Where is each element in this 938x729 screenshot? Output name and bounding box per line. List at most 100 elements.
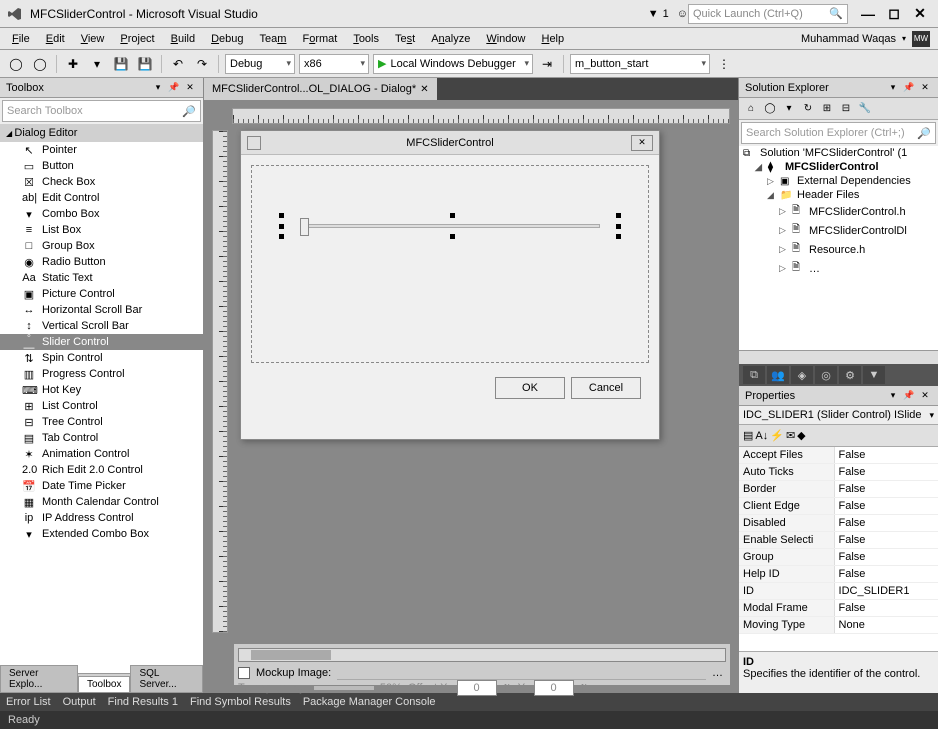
tab-error-list[interactable]: Error List [6, 696, 51, 708]
menu-file[interactable]: File [4, 31, 38, 47]
dialog-window[interactable]: MFCSliderControl ✕ [240, 130, 660, 440]
dialog-designer[interactable]: MFCSliderControl ✕ [204, 100, 738, 693]
menu-debug[interactable]: Debug [203, 31, 251, 47]
toolbox-item[interactable]: ⊞List Control [0, 398, 203, 414]
property-value[interactable]: None [835, 617, 938, 633]
tree-project[interactable]: ◢⧫MFCSliderControl [739, 160, 938, 174]
toolbox-item[interactable]: ab|Edit Control [0, 190, 203, 206]
open-button[interactable]: ▾ [87, 54, 107, 74]
class-view-button[interactable]: ◈ [791, 366, 813, 384]
toolbox-item[interactable]: ▾Extended Combo Box [0, 526, 203, 542]
slider-thumb[interactable] [300, 218, 309, 236]
categorized-button[interactable]: ▤ [743, 429, 753, 442]
tree-external-deps[interactable]: ▷▣External Dependencies [739, 174, 938, 188]
step-button[interactable]: ⇥ [537, 54, 557, 74]
tree-solution[interactable]: ⧉Solution 'MFCSliderControl' (1 [739, 146, 938, 160]
platform-combo[interactable]: x86 [299, 54, 369, 74]
menu-tools[interactable]: Tools [345, 31, 387, 47]
menu-window[interactable]: Window [478, 31, 533, 47]
property-value[interactable]: False [835, 600, 938, 616]
slider-control[interactable] [282, 216, 618, 236]
toolbox-item[interactable]: ▦Month Calendar Control [0, 494, 203, 510]
undo-button[interactable]: ↶ [168, 54, 188, 74]
toolbox-item[interactable]: ipIP Address Control [0, 510, 203, 526]
toolbox-item[interactable]: ◦—Slider Control [0, 334, 203, 350]
property-value[interactable]: False [835, 566, 938, 582]
toolbox-item[interactable]: ↖Pointer [0, 142, 203, 158]
property-value[interactable]: IDC_SLIDER1 [835, 583, 938, 599]
property-row[interactable]: IDIDC_SLIDER1 [739, 583, 938, 600]
team-view-button[interactable]: 👥 [767, 366, 789, 384]
mockup-path-input[interactable] [337, 666, 706, 680]
property-row[interactable]: GroupFalse [739, 549, 938, 566]
menu-test[interactable]: Test [387, 31, 423, 47]
property-row[interactable]: Client EdgeFalse [739, 498, 938, 515]
tab-server-explorer[interactable]: Server Explo... [0, 665, 78, 693]
start-debug-button[interactable]: ▶Local Windows Debugger [373, 54, 533, 74]
property-value[interactable]: False [835, 515, 938, 531]
offset-x-input[interactable]: 0 [457, 680, 497, 696]
save-button[interactable]: 💾 [111, 54, 131, 74]
menu-format[interactable]: Format [294, 31, 345, 47]
menu-project[interactable]: Project [112, 31, 162, 47]
property-value[interactable]: False [835, 447, 938, 463]
properties-grid[interactable]: Accept FilesFalseAuto TicksFalseBorderFa… [739, 447, 938, 651]
panel-close-button[interactable]: ✕ [183, 81, 197, 95]
property-row[interactable]: Moving TypeNone [739, 617, 938, 634]
toolbar-overflow-button[interactable]: ⋮ [714, 54, 734, 74]
property-row[interactable]: Enable SelectiFalse [739, 532, 938, 549]
panel-close-button[interactable]: ✕ [918, 81, 932, 95]
other-view-button[interactable]: ⚙ [839, 366, 861, 384]
menu-view[interactable]: View [73, 31, 113, 47]
property-row[interactable]: Accept FilesFalse [739, 447, 938, 464]
user-name[interactable]: Muhammad Waqas [801, 33, 896, 45]
back-icon[interactable]: ◯ [762, 101, 778, 117]
nav-back-button[interactable]: ◯ [6, 54, 26, 74]
filter-button[interactable]: ▼ [863, 366, 885, 384]
property-value[interactable]: False [835, 549, 938, 565]
pin-icon[interactable]: 📌 [902, 389, 916, 403]
show-all-icon[interactable]: ⊞ [819, 101, 835, 117]
panel-options-button[interactable]: ▾ [151, 81, 165, 95]
offset-y-input[interactable]: 0 [534, 680, 574, 696]
redo-button[interactable]: ↷ [192, 54, 212, 74]
new-project-button[interactable]: ✚ [63, 54, 83, 74]
maximize-button[interactable]: ◻ [882, 4, 906, 24]
user-dropdown-icon[interactable]: ▾ [902, 34, 906, 43]
menu-help[interactable]: Help [533, 31, 572, 47]
tree-file[interactable]: ▷🗎… [739, 259, 938, 278]
toolbox-item[interactable]: ▣Picture Control [0, 286, 203, 302]
property-row[interactable]: DisabledFalse [739, 515, 938, 532]
toolbox-search-input[interactable]: Search Toolbox 🔎 [2, 100, 201, 122]
tab-find-results[interactable]: Find Results 1 [108, 696, 178, 708]
nav-fwd-button[interactable]: ◯ [30, 54, 50, 74]
toolbox-item[interactable]: ☒Check Box [0, 174, 203, 190]
find-combo[interactable]: m_button_start [570, 54, 710, 74]
alphabetical-button[interactable]: A↓ [755, 430, 768, 442]
minimize-button[interactable]: — [856, 4, 880, 24]
designer-hscroll[interactable] [238, 648, 726, 662]
refresh-icon[interactable]: ↻ [800, 101, 816, 117]
feedback-icon[interactable]: ☺ [677, 8, 688, 20]
overrides-button[interactable]: ◆ [797, 429, 805, 442]
tree-file[interactable]: ▷🗎MFCSliderControlDl [739, 221, 938, 240]
events-button[interactable]: ⚡ [770, 429, 784, 442]
toolbox-item[interactable]: ⌨Hot Key [0, 382, 203, 398]
toolbox-item[interactable]: ▭Button [0, 158, 203, 174]
property-value[interactable]: False [835, 464, 938, 480]
close-tab-icon[interactable]: ✕ [420, 84, 428, 95]
toolbox-item[interactable]: ↔Horizontal Scroll Bar [0, 302, 203, 318]
ok-button[interactable]: OK [495, 377, 565, 399]
tab-sql-server[interactable]: SQL Server... [130, 665, 203, 693]
toolbox-item[interactable]: 2.0Rich Edit 2.0 Control [0, 462, 203, 478]
toolbox-item[interactable]: ◉Radio Button [0, 254, 203, 270]
property-row[interactable]: BorderFalse [739, 481, 938, 498]
tab-find-symbol[interactable]: Find Symbol Results [190, 696, 291, 708]
property-row[interactable]: Modal FrameFalse [739, 600, 938, 617]
toolbox-item[interactable]: ✶Animation Control [0, 446, 203, 462]
tab-toolbox[interactable]: Toolbox [78, 676, 130, 693]
toolbox-item[interactable]: ▥Progress Control [0, 366, 203, 382]
toolbox-item[interactable]: ▤Tab Control [0, 430, 203, 446]
toolbox-item[interactable]: ⇅Spin Control [0, 350, 203, 366]
document-tab[interactable]: MFCSliderControl...OL_DIALOG - Dialog* ✕ [204, 78, 437, 100]
